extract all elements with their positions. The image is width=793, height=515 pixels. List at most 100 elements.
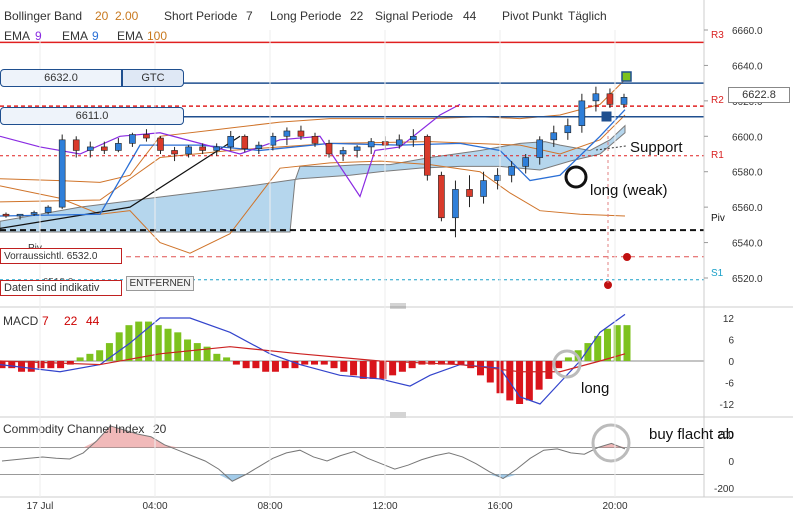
indicator-header: Bollinger Band 20 2.00 Short Periode 7 L… [4,9,607,43]
macd-histogram-bar [154,325,162,361]
macd-histogram-bar [57,361,65,369]
macd-histogram-bar [76,357,84,361]
macd-histogram-bar [115,332,123,361]
candle-body [101,146,108,151]
macd-histogram-bar [320,361,328,365]
remove-button[interactable]: ENTFERNEN [126,276,194,291]
bb-label: Bollinger Band [4,9,82,23]
candle-body [311,135,319,144]
main-tick-label: 6560.0 [732,203,763,214]
r1-label: R1 [711,150,724,161]
candle-body [143,134,150,139]
long-signal-circle [564,165,588,189]
r3-label: R3 [711,30,724,41]
macd-histogram-bar [174,332,182,361]
candle-body [395,139,403,146]
candle-body [578,100,586,126]
macd-histogram-bar [164,328,172,361]
x-tick-label: 04:00 [142,501,167,512]
main-tick-label: 6600.0 [732,132,763,143]
candle-body [227,135,235,148]
ema2-label: EMA [62,29,88,43]
candle-body [129,134,136,144]
candle-body [508,166,515,176]
macd-histogram-bar [389,361,397,376]
last-price-badge: 6622.8 [728,87,790,103]
macd-tick-label: 6 [728,336,734,347]
macd-histogram-bar [252,361,260,369]
macd-histogram-bar [96,350,104,361]
macd-histogram-bar [213,353,221,361]
order-gtc-marker [621,71,632,82]
candle-body [199,146,206,151]
main-tick-label: 6520.0 [732,274,763,285]
macd-histogram-bar [271,361,279,372]
x-tick-label: 16:00 [487,501,512,512]
order-gtc-type-box[interactable]: GTC [122,69,184,87]
macd-histogram-bar [135,321,143,361]
macd-histogram-bar [359,361,367,379]
macd-p2: 22 [64,314,78,328]
candle-body [241,135,249,149]
macd-histogram-bar [545,361,553,379]
order-price-box[interactable]: 6611.0 [0,107,184,125]
candle-body [424,135,431,176]
candle-body [592,93,600,102]
macd-histogram-bar [311,361,318,365]
bb-dev: 2.00 [115,9,139,23]
ema3-value: 100 [147,29,167,43]
candle-body [86,146,94,151]
long-value: 22 [350,9,364,23]
signal-value: 44 [463,9,477,23]
macd-tick-label: 12 [723,314,735,325]
macd-histogram-bar [47,361,55,369]
macd-histogram-bar [223,357,231,361]
macd-histogram-bar [506,361,514,401]
macd-histogram-bar [467,361,475,369]
candle-body [115,143,122,151]
ema1-value: 9 [35,29,42,43]
short-label: Short Periode [164,9,238,23]
cci-annotation: buy flacht ab [649,426,734,443]
support-annotation: Support [630,139,683,156]
macd-histogram-bar [603,328,611,361]
r2-label: R2 [711,95,724,106]
macd-p1: 7 [42,314,49,328]
cci-note-circle [591,423,631,463]
macd-histogram-bar [350,361,358,376]
candle-body [353,146,361,151]
main-tick-label: 6540.0 [732,239,763,250]
candle-body [72,139,80,151]
candle-body [58,139,66,208]
long-label: Long Periode [270,9,342,23]
cci-tick-label: 0 [728,457,734,468]
candle-body [44,206,52,213]
candle-body [410,135,417,141]
macd-p3: 44 [86,314,100,328]
macd-histogram-bar [242,361,250,369]
candle-body [269,135,277,146]
macd-tick-label: -12 [720,400,735,411]
macd-tick-label: -6 [725,379,734,390]
signal-label: Signal Periode [375,9,453,23]
short-value: 7 [246,9,253,23]
macd-histogram-bar [486,361,494,383]
candle-body [157,137,164,151]
macd-tick-label: 0 [728,357,734,368]
candle-body [606,93,614,105]
annotations: Support long (weak) long buy flacht ab R… [28,30,734,443]
macd-histogram-bar [477,361,485,376]
macd-histogram-bar [535,361,543,390]
candle-body [171,150,178,155]
macd-histogram-bar [555,361,563,369]
x-tick-label: 17 Jul [27,501,54,512]
candle-body [564,125,572,134]
candle-body [255,144,263,149]
forecast-box: Vorraussichtl. 6532.0 [0,248,122,264]
main-tick-label: 6660.0 [732,26,763,37]
candle-body [2,213,10,217]
macd-histogram-bar [369,361,377,379]
candle-body [536,139,544,158]
order-gtc-price-box[interactable]: 6632.0 [0,69,122,87]
candle-body [452,189,459,219]
